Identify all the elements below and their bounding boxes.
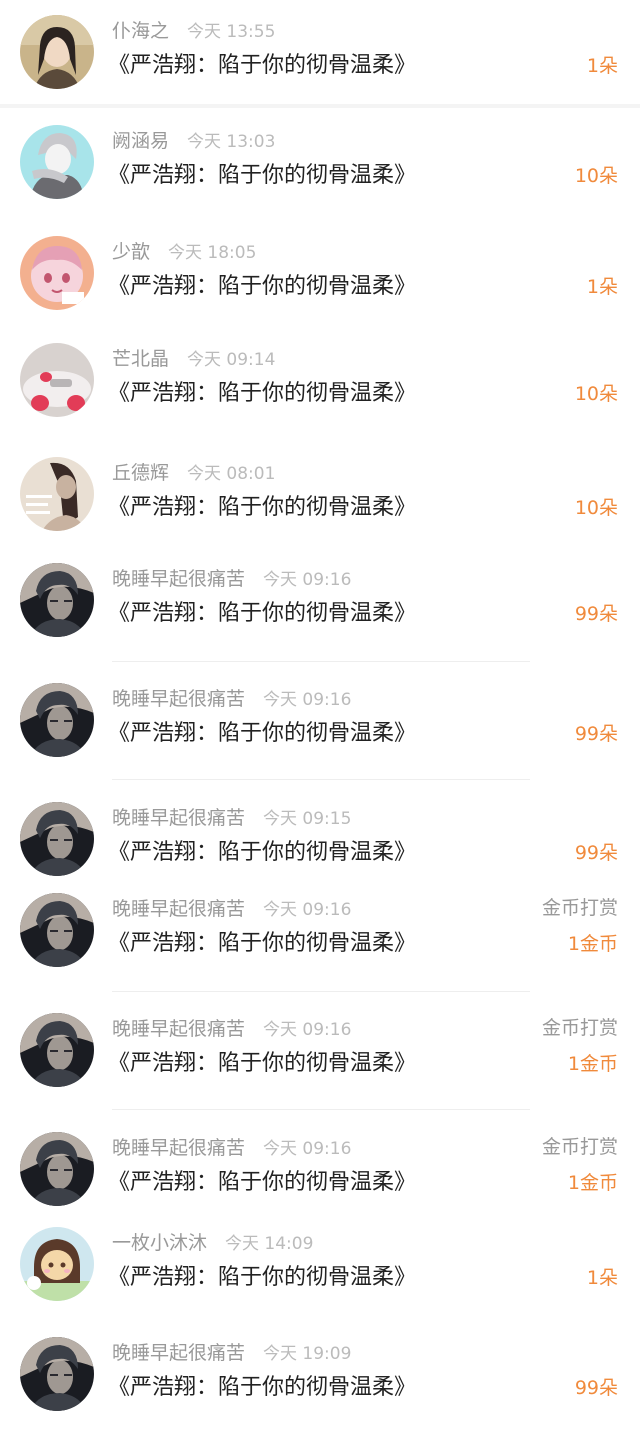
timestamp: 今天 09:16 [263, 570, 352, 590]
avatar[interactable] [20, 893, 94, 967]
avatar[interactable] [20, 1132, 94, 1206]
gift-amount: 99朵 [574, 603, 618, 625]
avatar[interactable] [20, 1013, 94, 1087]
gift-amount: 99朵 [574, 842, 618, 864]
avatar[interactable] [20, 125, 94, 199]
user-name[interactable]: 晚睡早起很痛苦 [112, 1342, 245, 1364]
list-item[interactable]: 芒北晶 今天 09:14 《严浩翔：陷于你的彻骨温柔》 10朵 [0, 326, 640, 438]
user-name[interactable]: 晚睡早起很痛苦 [112, 568, 245, 590]
user-name[interactable]: 晚睡早起很痛苦 [112, 1137, 245, 1159]
user-name[interactable]: 少歆 [112, 241, 150, 263]
list-item[interactable]: 晚睡早起很痛苦 今天 09:16 《严浩翔：陷于你的彻骨温柔》 金币打赏 1金币 [0, 880, 640, 992]
gift-amount: 1金币 [567, 1172, 618, 1194]
timestamp: 今天 14:09 [225, 1234, 314, 1254]
timestamp: 今天 18:05 [168, 243, 257, 263]
timestamp: 今天 19:09 [263, 1344, 352, 1364]
list-item[interactable]: 晚睡早起很痛苦 今天 09:15 《严浩翔：陷于你的彻骨温柔》 99朵 [0, 780, 640, 880]
avatar[interactable] [20, 802, 94, 876]
avatar[interactable] [20, 457, 94, 531]
avatar[interactable] [20, 343, 94, 417]
list-item[interactable]: 晚睡早起很痛苦 今天 09:16 《严浩翔：陷于你的彻骨温柔》 金币打赏 1金币 [0, 992, 640, 1110]
gift-amount: 1金币 [567, 1053, 618, 1075]
user-name[interactable]: 晚睡早起很痛苦 [112, 688, 245, 710]
avatar[interactable] [20, 1337, 94, 1411]
work-title[interactable]: 《严浩翔：陷于你的彻骨温柔》 [108, 597, 468, 631]
timestamp: 今天 09:15 [263, 809, 352, 829]
work-title[interactable]: 《严浩翔：陷于你的彻骨温柔》 [108, 1261, 468, 1295]
list-item[interactable]: 仆海之 今天 13:55 《严浩翔：陷于你的彻骨温柔》 1朵 [0, 0, 640, 104]
coin-reward-label: 金币打赏 [541, 1136, 618, 1158]
list-item[interactable]: 阙涵易 今天 13:03 《严浩翔：陷于你的彻骨温柔》 10朵 [0, 108, 640, 220]
work-title[interactable]: 《严浩翔：陷于你的彻骨温柔》 [108, 159, 468, 193]
timestamp: 今天 09:16 [263, 1020, 352, 1040]
gift-amount: 1金币 [567, 933, 618, 955]
user-name[interactable]: 芒北晶 [112, 348, 169, 370]
user-name[interactable]: 仆海之 [112, 20, 169, 42]
work-title[interactable]: 《严浩翔：陷于你的彻骨温柔》 [108, 270, 468, 304]
reward-list: 仆海之 今天 13:55 《严浩翔：陷于你的彻骨温柔》 1朵 阙涵易 今天 13:03 《… [0, 0, 640, 1430]
work-title[interactable]: 《严浩翔：陷于你的彻骨温柔》 [108, 1047, 468, 1081]
coin-reward-label: 金币打赏 [541, 1017, 618, 1039]
work-title[interactable]: 《严浩翔：陷于你的彻骨温柔》 [108, 717, 468, 751]
timestamp: 今天 09:16 [263, 690, 352, 710]
user-name[interactable]: 晚睡早起很痛苦 [112, 1018, 245, 1040]
coin-reward-label: 金币打赏 [541, 897, 618, 919]
gift-amount: 10朵 [574, 497, 618, 519]
gift-amount: 1朵 [586, 1267, 618, 1289]
item-meta: 少歆 今天 18:05 [112, 237, 500, 265]
item-meta: 晚睡早起很痛苦 今天 09:16 [112, 1014, 500, 1042]
item-meta: 晚睡早起很痛苦 今天 09:15 [112, 803, 500, 831]
timestamp: 今天 09:14 [187, 350, 276, 370]
timestamp: 今天 09:16 [263, 900, 352, 920]
item-meta: 丘德辉 今天 08:01 [112, 458, 500, 486]
list-item[interactable]: 晚睡早起很痛苦 今天 09:16 《严浩翔：陷于你的彻骨温柔》 金币打赏 1金币 [0, 1110, 640, 1210]
list-item[interactable]: 晚睡早起很痛苦 今天 09:16 《严浩翔：陷于你的彻骨温柔》 99朵 [0, 554, 640, 662]
list-item[interactable]: 一枚小沐沐 今天 14:09 《严浩翔：陷于你的彻骨温柔》 1朵 [0, 1210, 640, 1320]
list-item[interactable]: 少歆 今天 18:05 《严浩翔：陷于你的彻骨温柔》 1朵 [0, 220, 640, 326]
avatar[interactable] [20, 236, 94, 310]
list-item[interactable]: 丘德辉 今天 08:01 《严浩翔：陷于你的彻骨温柔》 10朵 [0, 438, 640, 554]
item-meta: 仆海之 今天 13:55 [112, 16, 500, 44]
user-name[interactable]: 阙涵易 [112, 130, 169, 152]
user-name[interactable]: 一枚小沐沐 [112, 1232, 207, 1254]
item-meta: 阙涵易 今天 13:03 [112, 126, 500, 154]
item-meta: 晚睡早起很痛苦 今天 09:16 [112, 894, 500, 922]
timestamp: 今天 13:55 [187, 22, 276, 42]
item-meta: 晚睡早起很痛苦 今天 09:16 [112, 1133, 500, 1161]
gift-amount: 10朵 [574, 383, 618, 405]
timestamp: 今天 08:01 [187, 464, 276, 484]
gift-amount: 1朵 [586, 276, 618, 298]
avatar[interactable] [20, 563, 94, 637]
gift-amount: 99朵 [574, 1377, 618, 1399]
item-meta: 晚睡早起很痛苦 今天 19:09 [112, 1338, 500, 1366]
work-title[interactable]: 《严浩翔：陷于你的彻骨温柔》 [108, 1371, 468, 1405]
list-item[interactable]: 晚睡早起很痛苦 今天 19:09 《严浩翔：陷于你的彻骨温柔》 99朵 [0, 1320, 640, 1430]
avatar[interactable] [20, 15, 94, 89]
item-meta: 晚睡早起很痛苦 今天 09:16 [112, 564, 500, 592]
timestamp: 今天 13:03 [187, 132, 276, 152]
avatar[interactable] [20, 683, 94, 757]
timestamp: 今天 09:16 [263, 1139, 352, 1159]
work-title[interactable]: 《严浩翔：陷于你的彻骨温柔》 [108, 49, 468, 83]
work-title[interactable]: 《严浩翔：陷于你的彻骨温柔》 [108, 836, 468, 870]
work-title[interactable]: 《严浩翔：陷于你的彻骨温柔》 [108, 1166, 468, 1200]
work-title[interactable]: 《严浩翔：陷于你的彻骨温柔》 [108, 377, 468, 411]
work-title[interactable]: 《严浩翔：陷于你的彻骨温柔》 [108, 927, 468, 961]
gift-amount: 99朵 [574, 723, 618, 745]
item-meta: 一枚小沐沐 今天 14:09 [112, 1228, 500, 1256]
user-name[interactable]: 晚睡早起很痛苦 [112, 807, 245, 829]
item-meta: 晚睡早起很痛苦 今天 09:16 [112, 684, 500, 712]
avatar[interactable] [20, 1227, 94, 1301]
user-name[interactable]: 晚睡早起很痛苦 [112, 898, 245, 920]
gift-amount: 1朵 [586, 55, 618, 77]
gift-amount: 10朵 [574, 165, 618, 187]
item-meta: 芒北晶 今天 09:14 [112, 344, 500, 372]
user-name[interactable]: 丘德辉 [112, 462, 169, 484]
work-title[interactable]: 《严浩翔：陷于你的彻骨温柔》 [108, 491, 468, 525]
list-item[interactable]: 晚睡早起很痛苦 今天 09:16 《严浩翔：陷于你的彻骨温柔》 99朵 [0, 662, 640, 780]
